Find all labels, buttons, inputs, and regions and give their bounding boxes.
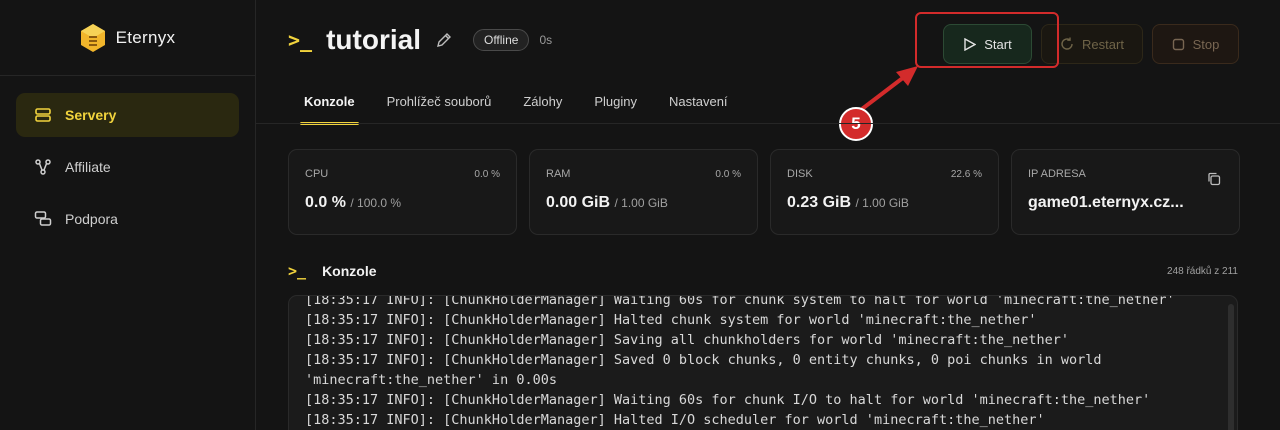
log-line: [18:35:17 INFO]: [ChunkHolderManager] Ha… — [305, 312, 1037, 328]
cpu-card: CPU 0.0 % 0.0 % / 100.0 % — [288, 149, 517, 235]
cpu-limit: / 100.0 % — [350, 196, 402, 210]
terminal-prompt-icon: >_ — [288, 28, 313, 52]
tab-nastaveni[interactable]: Nastavení — [653, 94, 744, 125]
sidebar-item-podpora[interactable]: Podpora — [16, 197, 239, 241]
console-title: Konzole — [322, 263, 377, 279]
ip-value: game01.eternyx.cz... — [1028, 194, 1184, 211]
log-line: [18:35:17 INFO]: [ChunkHolderManager] Sa… — [305, 332, 1070, 348]
console-header: >_ Konzole 248 řádků z 211 — [288, 262, 1238, 280]
cpu-percent: 0.0 % — [474, 169, 500, 180]
ram-card: RAM 0.0 % 0.00 GiB / 1.00 GiB — [529, 149, 758, 235]
stop-button-label: Stop — [1192, 36, 1220, 52]
copy-icon[interactable] — [1207, 172, 1221, 186]
disk-value: 0.23 GiB — [787, 194, 852, 211]
ip-card: IP ADRESA game01.eternyx.cz... — [1011, 149, 1240, 235]
restart-button-label: Restart — [1082, 36, 1124, 52]
server-header: >_ tutorial Offline 0s — [288, 24, 552, 56]
sidebar-item-servery[interactable]: Servery — [16, 93, 239, 137]
server-icon — [34, 106, 52, 124]
tabs-divider — [256, 123, 1280, 124]
tab-prohlizec-souboru[interactable]: Prohlížeč souborů — [371, 94, 508, 125]
sidebar-item-affiliate[interactable]: Affiliate — [16, 145, 239, 189]
brand-name: Eternyx — [115, 27, 176, 47]
log-line: [18:35:17 INFO]: [ChunkHolderManager] Wa… — [305, 295, 1175, 308]
console-output[interactable]: [18:35:17 INFO]: [ChunkHolderManager] Wa… — [288, 295, 1238, 430]
log-line: [18:35:17 INFO]: [ChunkHolderManager] Sa… — [305, 352, 1102, 388]
sidebar-nav: Servery Affiliate Podpora — [0, 76, 255, 266]
refresh-icon — [1061, 37, 1073, 50]
eternyx-logo-icon — [80, 23, 105, 52]
stop-button[interactable]: Stop — [1152, 24, 1239, 64]
main-content: >_ tutorial Offline 0s Start Restart Sto… — [256, 0, 1280, 430]
ram-value: 0.00 GiB — [546, 194, 611, 211]
chat-icon — [34, 210, 52, 228]
line-count: 248 řádků z 211 — [1167, 265, 1238, 277]
tab-bar: Konzole Prohlížeč souborů Zálohy Pluginy… — [288, 94, 744, 125]
stop-icon — [1172, 38, 1184, 50]
disk-percent: 22.6 % — [950, 169, 982, 180]
pencil-icon[interactable] — [435, 31, 453, 49]
terminal-prompt-icon: >_ — [288, 262, 307, 280]
stats-row: CPU 0.0 % 0.0 % / 100.0 % RAM 0.0 % 0.00… — [288, 149, 1240, 235]
log-line: [18:35:17 INFO]: [ChunkHolderManager] Wa… — [305, 392, 1151, 408]
tab-konzole[interactable]: Konzole — [288, 94, 371, 125]
tab-zalohy[interactable]: Zálohy — [507, 94, 578, 125]
page-title: tutorial — [326, 24, 421, 55]
sidebar: Eternyx Servery Affiliate Podpora — [0, 0, 256, 430]
ram-limit: / 1.00 GiB — [614, 196, 668, 210]
highlight-box — [915, 12, 1059, 68]
uptime-label: 0s — [539, 33, 553, 47]
step-badge: 5 — [839, 107, 873, 141]
ram-label: RAM — [546, 168, 571, 180]
network-icon — [34, 158, 52, 176]
cpu-label: CPU — [305, 168, 329, 180]
disk-limit: / 1.00 GiB — [855, 196, 909, 210]
status-badge: Offline — [472, 29, 530, 51]
ram-percent: 0.0 % — [715, 169, 741, 180]
sidebar-item-label: Podpora — [65, 211, 118, 227]
sidebar-item-label: Affiliate — [65, 159, 111, 175]
disk-card: DISK 22.6 % 0.23 GiB / 1.00 GiB — [770, 149, 999, 235]
console-scrollbar[interactable] — [1228, 304, 1234, 430]
brand[interactable]: Eternyx — [0, 0, 255, 76]
tab-pluginy[interactable]: Pluginy — [578, 94, 653, 125]
sidebar-item-label: Servery — [65, 107, 117, 123]
ip-label: IP ADRESA — [1028, 168, 1086, 180]
cpu-value: 0.0 % — [305, 194, 346, 211]
log-line: [18:35:17 INFO]: [ChunkHolderManager] Ha… — [305, 412, 1045, 428]
